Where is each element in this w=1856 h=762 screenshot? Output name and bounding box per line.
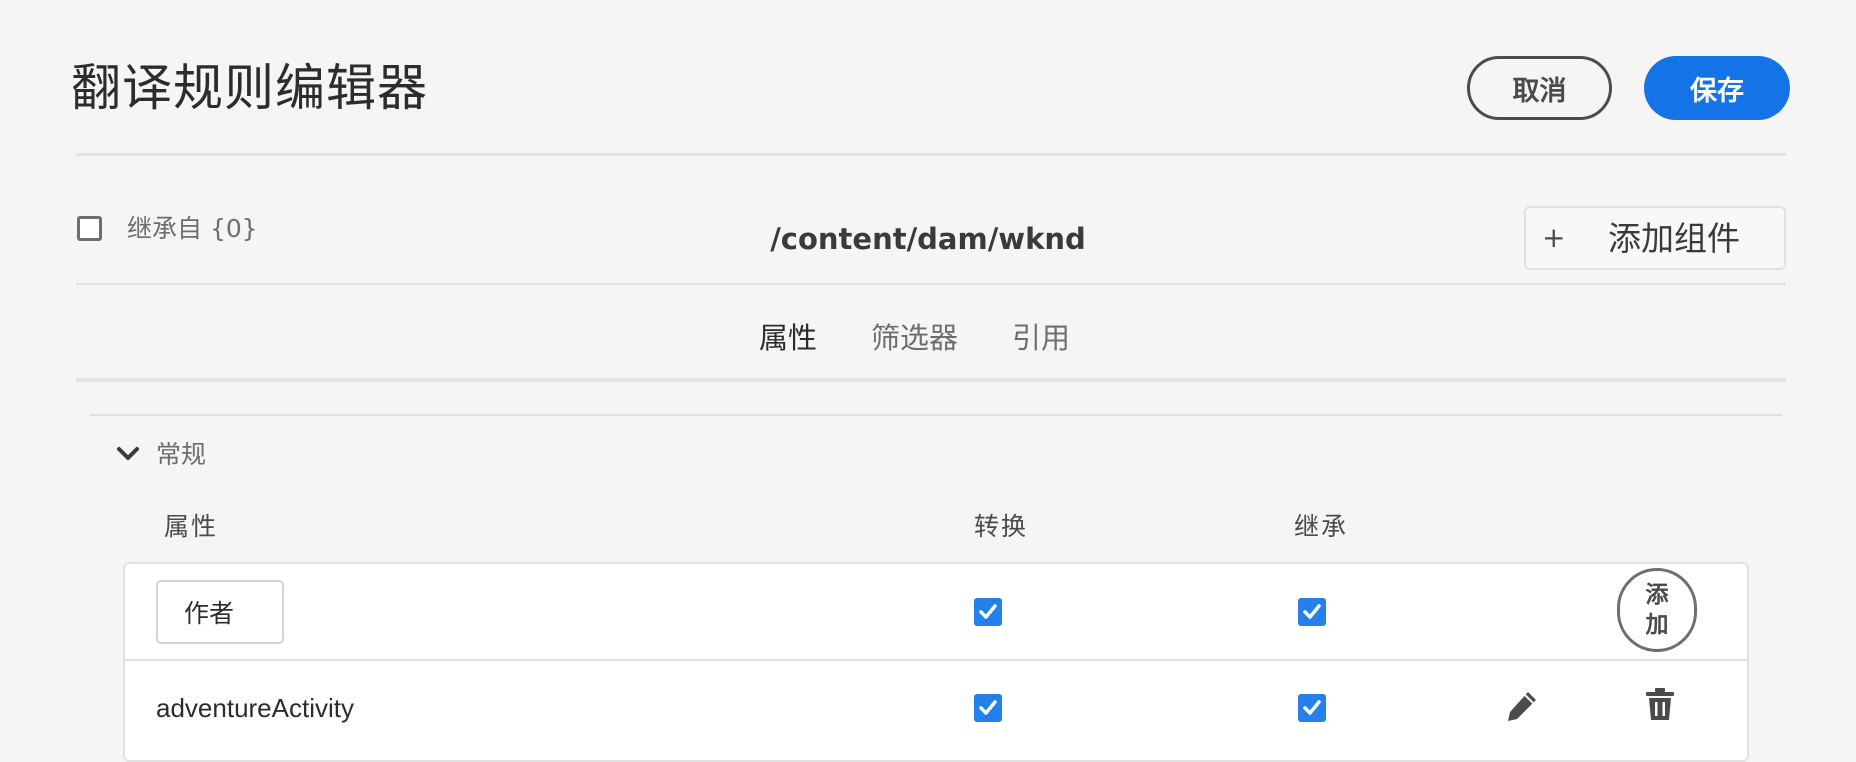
column-header-translate: 转换 — [974, 512, 1029, 541]
add-label-line2: 加 — [1645, 612, 1669, 638]
tab-filters[interactable]: 筛选器 — [871, 318, 958, 358]
add-component-button[interactable]: + 添加组件 — [1524, 206, 1786, 270]
column-header-property: 属性 — [164, 512, 219, 541]
add-label-line1: 添 — [1645, 582, 1669, 608]
new-row-translate-checkbox[interactable] — [974, 598, 1002, 626]
new-row-inherit-checkbox[interactable] — [1298, 598, 1326, 626]
chevron-down-icon[interactable] — [114, 440, 142, 468]
tab-properties[interactable]: 属性 — [759, 318, 817, 358]
row-translate-checkbox[interactable] — [974, 694, 1002, 722]
section-title: 常规 — [156, 440, 207, 469]
tab-references[interactable]: 引用 — [1012, 318, 1070, 358]
trash-icon[interactable] — [1642, 686, 1678, 722]
properties-table — [123, 562, 1749, 762]
add-component-label: 添加组件 — [1608, 219, 1740, 258]
checkmark-icon — [1303, 700, 1321, 715]
property-name-input[interactable] — [156, 580, 284, 644]
add-property-button[interactable]: 添 加 — [1617, 568, 1697, 652]
checkmark-icon — [979, 700, 997, 715]
header-divider — [76, 153, 1786, 156]
row-inherit-checkbox[interactable] — [1298, 694, 1326, 722]
save-button[interactable]: 保存 — [1644, 56, 1790, 120]
column-header-inherit: 继承 — [1294, 512, 1349, 541]
section-divider — [90, 414, 1782, 416]
checkmark-icon — [979, 604, 997, 619]
toolbar-divider — [76, 283, 1786, 285]
cancel-button[interactable]: 取消 — [1467, 56, 1612, 120]
checkmark-icon — [1303, 604, 1321, 619]
tabs-divider — [76, 378, 1786, 382]
table-row-name: adventureActivity — [156, 693, 354, 723]
row-divider — [123, 659, 1749, 661]
pencil-icon[interactable] — [1504, 688, 1540, 724]
page-title: 翻译规则编辑器 — [71, 59, 428, 117]
plus-icon: + — [1542, 221, 1566, 254]
